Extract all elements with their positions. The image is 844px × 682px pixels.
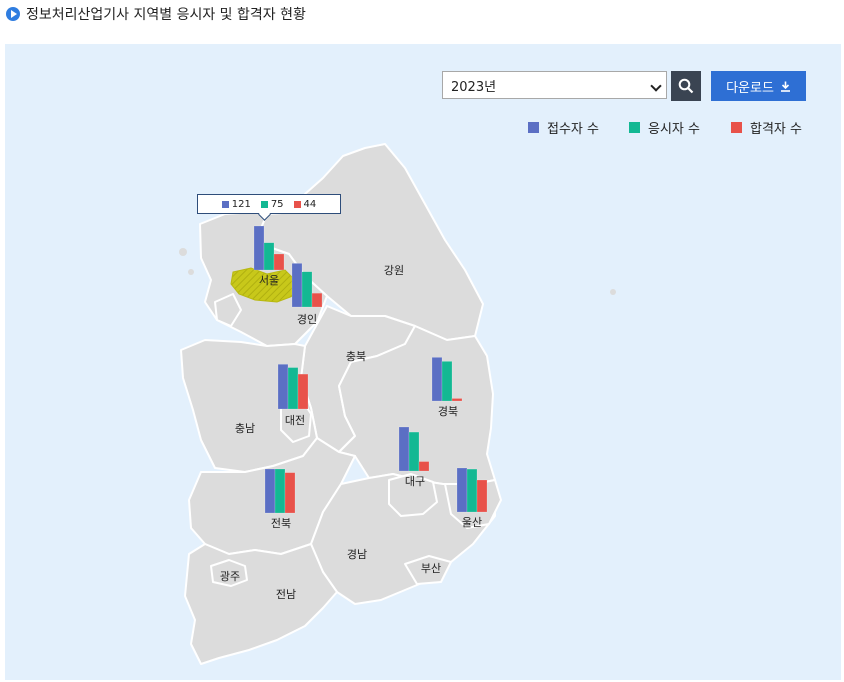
region-label-busan: 부산 <box>420 562 442 575</box>
region-label-jeonnam: 전남 <box>275 588 297 601</box>
bar-대구-passers[interactable] <box>418 461 430 472</box>
tooltip-passers-value: 44 <box>303 198 317 210</box>
tooltip-examinees-value: 75 <box>270 198 284 210</box>
bar-대전-passers[interactable] <box>297 373 309 410</box>
region-shape-jeonnam <box>184 543 338 665</box>
legend-label: 합격자 수 <box>750 122 802 137</box>
bar-경북-passers[interactable] <box>451 398 463 402</box>
bar-대전-applicants[interactable] <box>277 364 289 410</box>
bar-서울-examinees[interactable] <box>263 242 275 271</box>
tooltip-applicants-value: 121 <box>231 198 251 210</box>
legend-swatch <box>731 122 742 133</box>
search-button[interactable] <box>671 71 701 101</box>
bar-대구-applicants[interactable] <box>398 426 410 472</box>
legend-item-applicants[interactable]: 접수자 수 <box>528 118 599 137</box>
region-label-seoul: 서울 <box>258 274 280 287</box>
bar-경인-applicants[interactable] <box>291 263 303 308</box>
legend-item-examinees[interactable]: 응시자 수 <box>629 118 700 137</box>
year-select-value: 2023년 <box>451 79 497 95</box>
bar-경북-applicants[interactable] <box>431 357 443 402</box>
korea-map <box>179 143 616 665</box>
play-circle-icon <box>6 7 20 21</box>
bar-서울-applicants[interactable] <box>253 225 265 271</box>
tooltip: 121 75 44 <box>197 194 341 221</box>
bar-경인-examinees[interactable] <box>301 271 313 308</box>
bar-경인-passers[interactable] <box>311 292 323 308</box>
bar-울산-examinees[interactable] <box>466 468 478 513</box>
download-button[interactable]: 다운로드 <box>711 71 806 101</box>
chevron-down-icon <box>650 80 662 92</box>
download-icon <box>780 81 790 92</box>
bar-전북-passers[interactable] <box>284 472 296 514</box>
bar-울산-applicants[interactable] <box>456 467 468 513</box>
page-title-text: 정보처리산업기사 지역별 응시자 및 합격자 현황 <box>26 7 306 23</box>
download-button-label: 다운로드 <box>726 80 774 96</box>
bar-대구-examinees[interactable] <box>408 431 420 472</box>
region-label-chungnam: 충남 <box>234 422 256 435</box>
region-label-jeonbuk: 전북 <box>270 517 292 530</box>
region-label-daegu: 대구 <box>404 475 426 488</box>
region-label-gyeongbuk: 경북 <box>437 405 459 418</box>
legend-swatch <box>629 122 640 133</box>
bar-서울-passers[interactable] <box>273 253 285 271</box>
legend-item-passers[interactable]: 합격자 수 <box>731 118 802 137</box>
region-label-ulsan: 울산 <box>461 516 483 529</box>
region-label-gyeongnam: 경남 <box>346 548 368 561</box>
tooltip-applicants: 121 <box>221 198 251 210</box>
island-ulleungdo <box>610 289 616 295</box>
search-icon <box>678 78 694 94</box>
map-panel: 2023년 다운로드 접수자 수 응시자 수 합격자 수 강원 충북 충남 경남… <box>5 44 841 680</box>
region-label-gwangju: 광주 <box>219 570 241 583</box>
legend-label: 응시자 수 <box>648 122 700 137</box>
year-select[interactable]: 2023년 <box>442 71 667 99</box>
bar-울산-passers[interactable] <box>476 479 488 513</box>
bar-경북-examinees[interactable] <box>441 361 453 402</box>
bar-전북-applicants[interactable] <box>264 468 276 514</box>
legend-label: 접수자 수 <box>547 122 599 137</box>
bar-전북-examinees[interactable] <box>274 468 286 514</box>
region-label-chungbuk: 충북 <box>345 350 367 363</box>
peninsula-shape <box>179 143 616 665</box>
island-west-1 <box>179 248 187 256</box>
page-title: 정보처리산업기사 지역별 응시자 및 합격자 현황 <box>6 4 306 24</box>
island-west-2 <box>188 269 194 275</box>
bar-대전-examinees[interactable] <box>287 367 299 410</box>
region-label-gangwon: 강원 <box>383 264 405 277</box>
legend-swatch <box>528 122 539 133</box>
region-label-gyeongin: 경인 <box>296 313 318 326</box>
region-label-daejeon: 대전 <box>284 414 306 427</box>
tooltip-passers: 44 <box>293 198 317 210</box>
